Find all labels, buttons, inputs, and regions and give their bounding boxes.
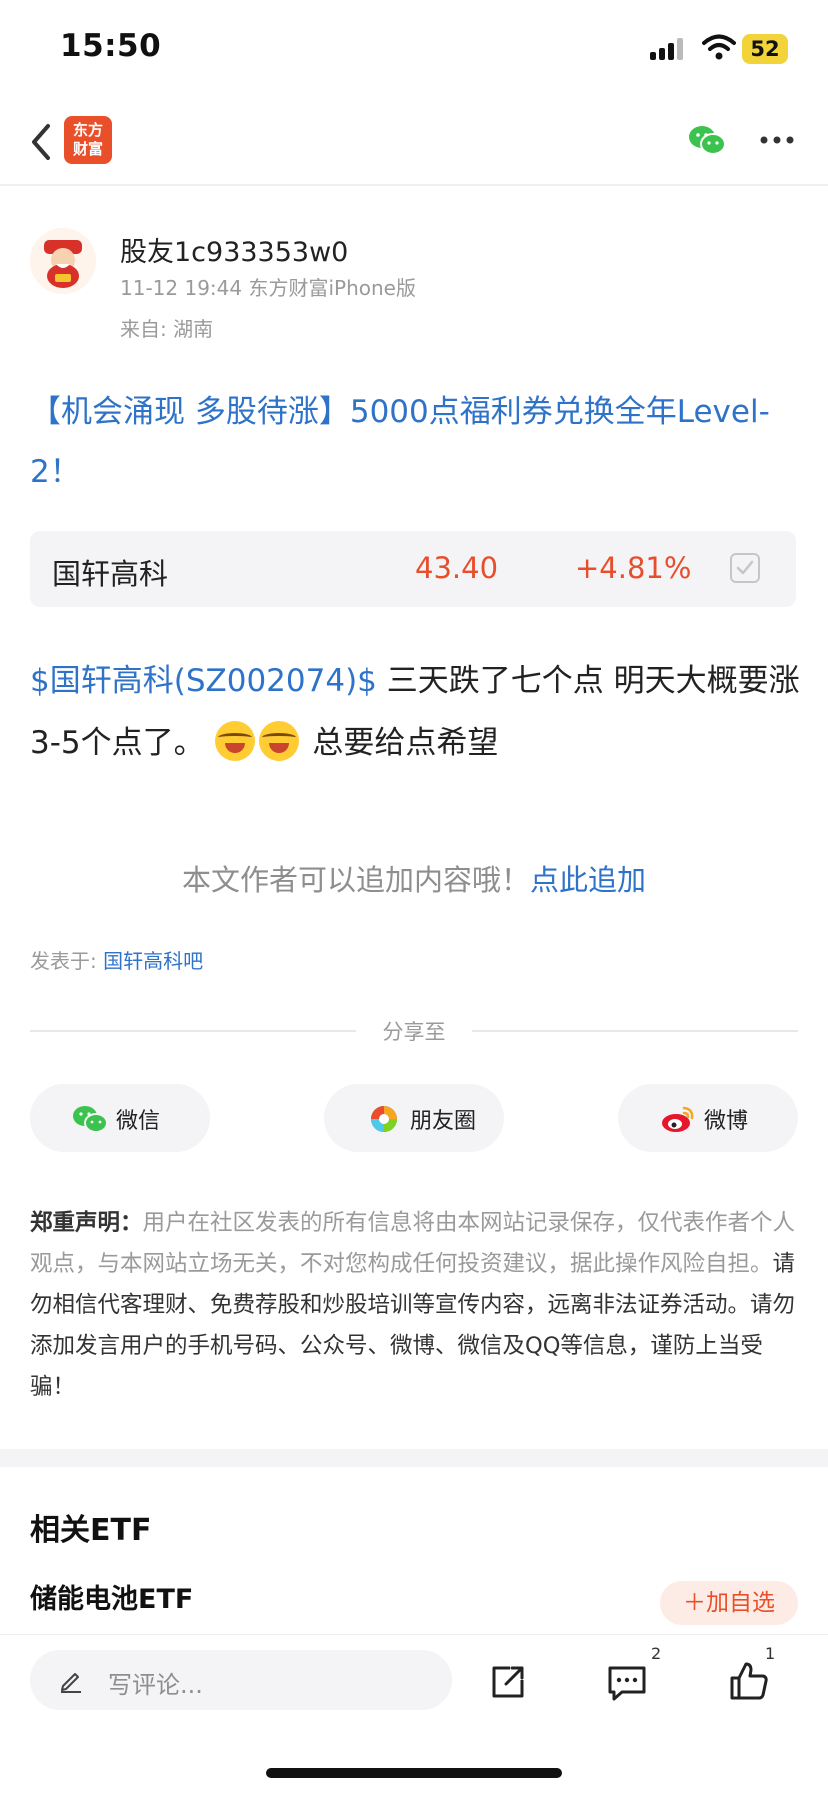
share-divider-left [30, 1030, 356, 1032]
laughing-crying-emoji-icon [214, 721, 255, 761]
append-content-link[interactable]: 点此追加 [530, 863, 646, 897]
disclaimer-heading: 郑重声明： [30, 1210, 143, 1236]
post-location: 来自: 湖南 [120, 317, 214, 341]
logo-line-2: 财富 [72, 140, 103, 158]
battery-level: 52 [750, 37, 780, 61]
moments-icon [371, 1106, 397, 1132]
post-meta: 11-12 19:44 东方财富iPhone版 [120, 276, 416, 300]
like-count: 1 [765, 1644, 776, 1663]
share-icon[interactable] [488, 1662, 528, 1702]
pen-icon [61, 1673, 81, 1693]
nav-divider [0, 184, 828, 186]
post-title[interactable]: 【机会涌现 多股待涨】5000点福利券兑换全年Level-2！ [30, 382, 800, 502]
share-moments-label: 朋友圈 [410, 1109, 477, 1134]
share-moments-button[interactable]: 朋友圈 [324, 1084, 504, 1152]
comment-placeholder: 写评论... [108, 1671, 203, 1699]
section-divider [0, 1449, 828, 1467]
more-options-icon[interactable] [758, 132, 796, 148]
share-divider-right [472, 1030, 798, 1032]
wifi-icon [702, 34, 736, 60]
avatar-image [30, 228, 96, 294]
post-body-text-end: 总要给点希望 [302, 725, 499, 761]
append-prompt-text: 本文作者可以追加内容哦！ [181, 863, 530, 897]
disclaimer: 郑重声明：用户在社区发表的所有信息将由本网站记录保存，仅代表作者个人观点，与本网… [30, 1203, 800, 1408]
share-wechat-button[interactable]: 微信 [30, 1084, 210, 1152]
etf-name[interactable]: 储能电池ETF [30, 1577, 193, 1616]
back-icon[interactable] [26, 120, 56, 164]
author-name[interactable]: 股友1c933353w0 [120, 230, 348, 269]
forum-link[interactable]: 国轩高科吧 [103, 949, 203, 973]
add-watchlist-button[interactable]: ＋加自选 [660, 1581, 798, 1625]
logo-line-1: 东方 [72, 121, 103, 139]
wechat-icon [73, 1106, 108, 1133]
avatar[interactable] [30, 228, 96, 294]
check-icon [736, 560, 754, 575]
weibo-icon [662, 1106, 694, 1132]
stock-change: +4.81% [575, 551, 692, 585]
posted-in-label: 发表于: [30, 949, 104, 973]
stock-name: 国轩高科 [52, 557, 169, 591]
battery-indicator: 52 [742, 34, 788, 64]
cellular-signal-icon [650, 36, 690, 60]
append-prompt: 本文作者可以追加内容哦！点此追加 [0, 857, 828, 899]
disclaimer-text-gray: 用户在社区发表的所有信息将由本网站记录保存，仅代表作者个人观点，与本网站立场无关… [30, 1210, 796, 1277]
stock-card[interactable]: 国轩高科 43.40 +4.81% [30, 531, 796, 607]
posted-in: 发表于: 国轩高科吧 [30, 945, 203, 974]
thumbs-up-icon[interactable] [728, 1660, 770, 1702]
share-weibo-button[interactable]: 微博 [618, 1084, 798, 1152]
home-indicator [266, 1768, 562, 1778]
stock-price: 43.40 [415, 551, 499, 585]
post-body: $国轩高科(SZ002074)$ 三天跌了七个点 明天大概要涨3-5个点了。 总… [30, 650, 800, 774]
share-label: 分享至 [382, 1020, 446, 1044]
app-logo[interactable]: 东方 财富 [64, 116, 112, 164]
wechat-share-icon[interactable] [688, 124, 726, 156]
comment-input[interactable]: 写评论... [30, 1650, 452, 1710]
laughing-crying-emoji-icon [258, 721, 299, 761]
add-watchlist-checkbox[interactable] [730, 553, 760, 583]
comment-icon[interactable] [606, 1664, 648, 1702]
share-wechat-label: 微信 [116, 1109, 161, 1134]
related-etf-heading: 相关ETF [30, 1513, 152, 1548]
status-time: 15:50 [60, 28, 162, 64]
comment-count: 2 [651, 1644, 662, 1663]
stock-mention-link[interactable]: $国轩高科(SZ002074)$ [30, 663, 377, 699]
share-weibo-label: 微博 [704, 1109, 749, 1134]
